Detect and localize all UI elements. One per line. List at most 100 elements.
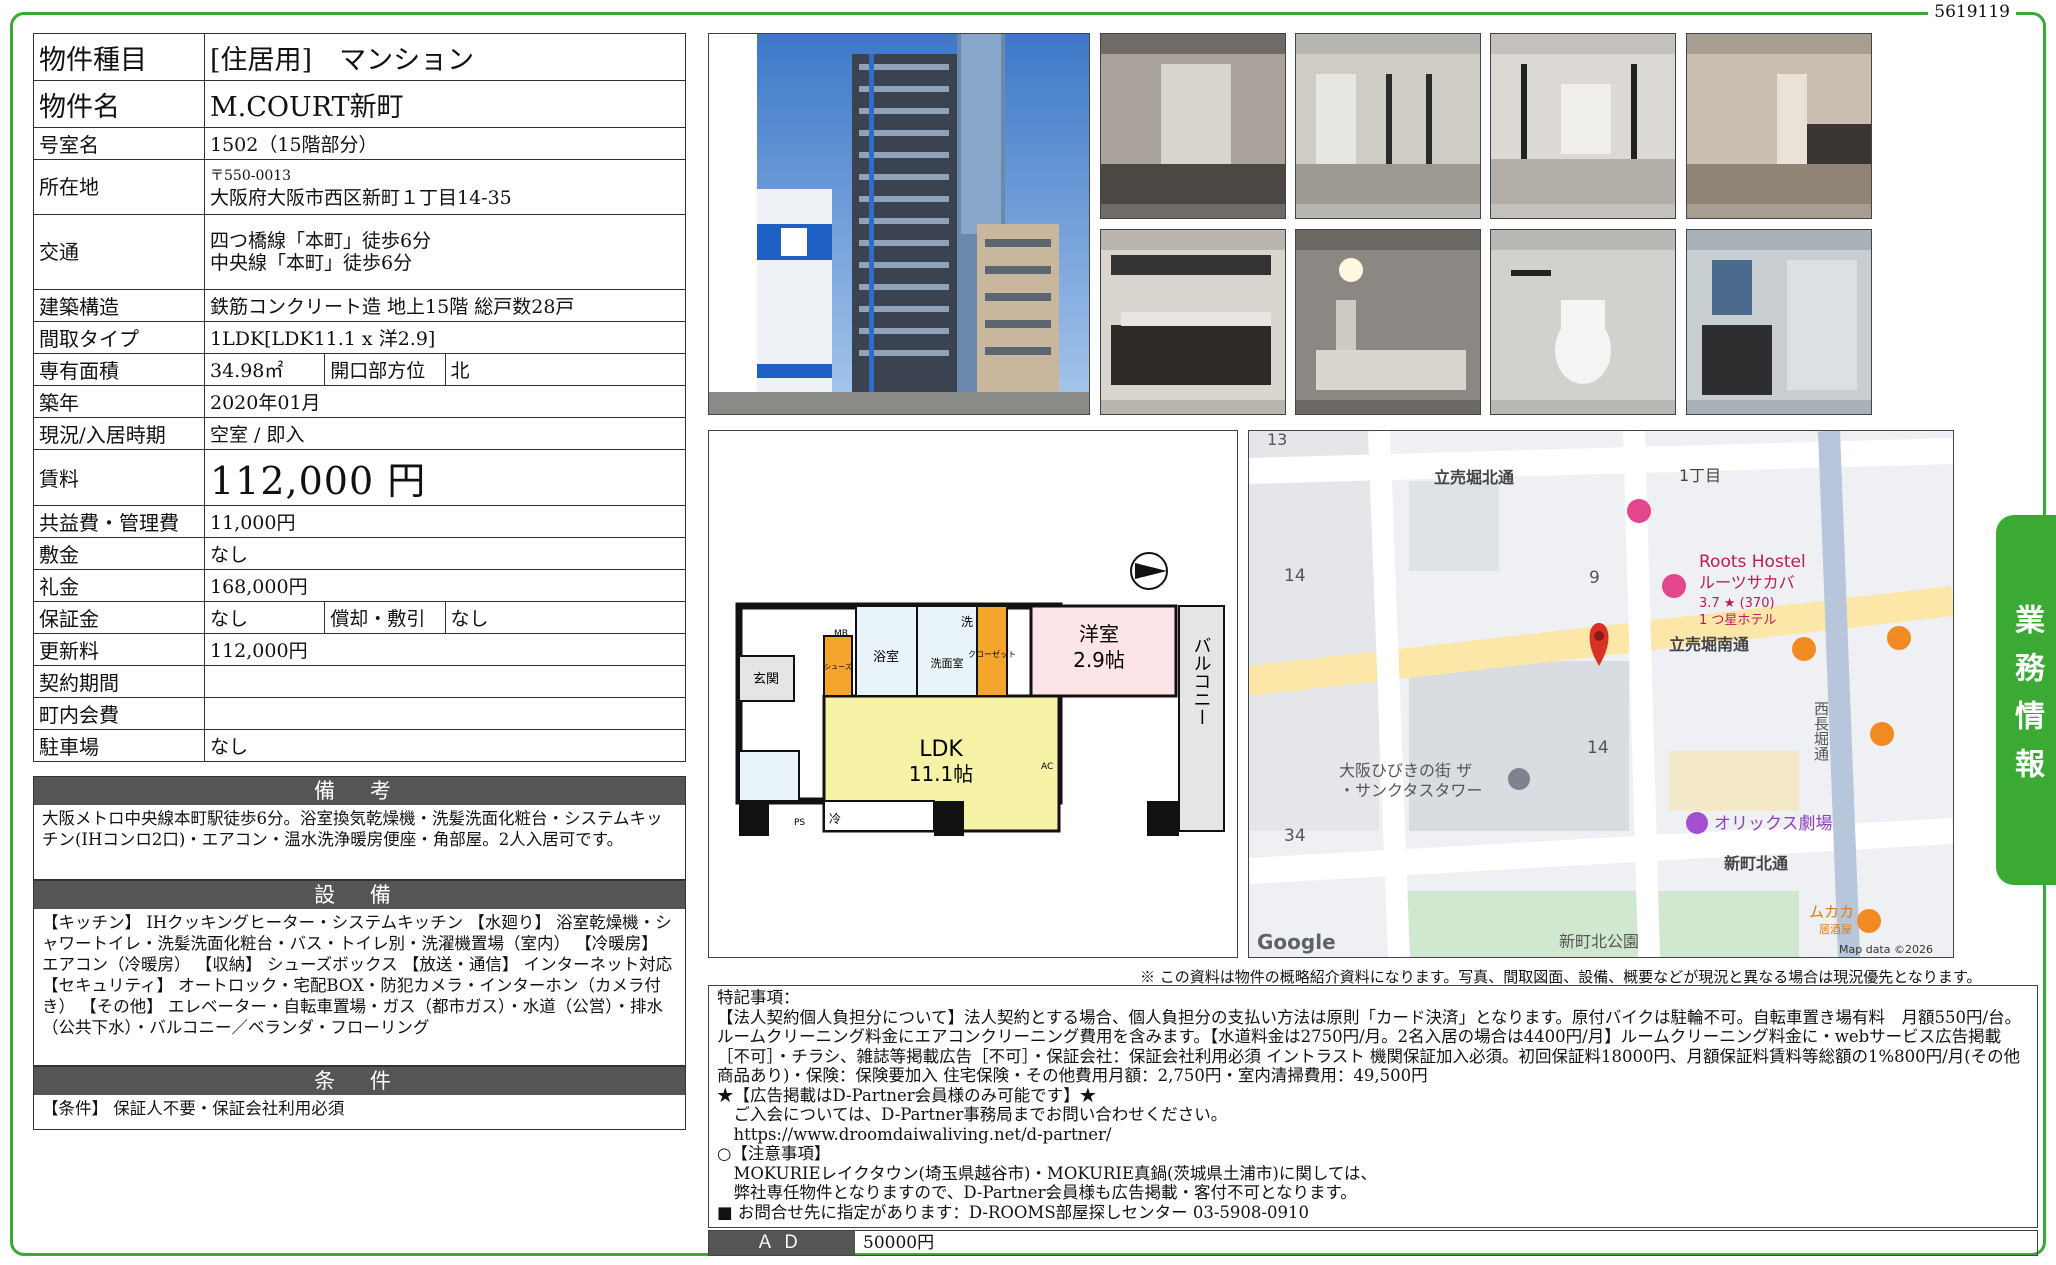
type-value: [住居用] マンション: [204, 33, 686, 81]
parking-value: なし: [204, 729, 686, 762]
map-tower-line2: ・サンクタスタワー: [1339, 781, 1482, 800]
exterior-photo-image: [709, 34, 1089, 414]
layout-label: 間取タイプ: [33, 321, 205, 354]
access-line-1: 四つ橋線「本町」徒歩6分: [210, 230, 432, 252]
access-line-2: 中央線「本町」徒歩6分: [210, 252, 413, 274]
equipment-title: 設 備: [34, 881, 685, 909]
built-label: 築年: [33, 385, 205, 418]
closet-label: クローゼット: [968, 649, 1016, 659]
conditions-title: 条 件: [34, 1067, 685, 1095]
map-chome: 1丁目: [1679, 466, 1721, 485]
map-street-1: 立売堀北通: [1434, 468, 1514, 487]
interior-photo-kitchen-view[interactable]: [1686, 33, 1872, 219]
map-izakaya-type: 居酒屋: [1819, 923, 1852, 936]
deposit-label: 敷金: [33, 537, 205, 570]
map-canvas: 13 14 9 14 34 立売堀北通 1丁目 立売堀南通 新町北通 Roots…: [1249, 431, 1953, 957]
special-notes: 特記事項： 【法人契約個人負担分について】法人契約とする場合、個人負担分の支払い…: [708, 985, 2038, 1228]
notes-line-1: 【法人契約個人負担分について】法人契約とする場合、個人負担分の支払い方法は原則「…: [717, 1007, 2022, 1086]
direction-label: 開口部方位: [324, 353, 446, 386]
tower-marker-icon: [1508, 768, 1530, 790]
washer-label: 洗: [961, 615, 973, 629]
room-value: 1502（15階部分）: [204, 127, 686, 160]
notes-line-2: ★【広告掲載はD-Partner会員様のみ可能です】★: [717, 1085, 1097, 1105]
interior-photo-1-image: [1101, 34, 1285, 218]
rent-value: 112,000 円: [210, 459, 427, 503]
theater-marker-icon: [1686, 812, 1708, 834]
interior-photo-toilet[interactable]: [1490, 229, 1676, 415]
mb-label: MB: [834, 629, 848, 639]
ldk-label: LDK: [919, 737, 963, 762]
map-block-13: 13: [1267, 431, 1287, 449]
type-label: 物件種目: [33, 33, 205, 81]
fee-label: 共益費・管理費: [33, 505, 205, 538]
status-label: 現況/入居時期: [33, 417, 205, 450]
equipment-section: 設 備 【キッチン】 IHクッキングヒーター・システムキッチン 【水廻り】 浴室…: [33, 880, 686, 1066]
ldk-size: 11.1帖: [909, 762, 974, 786]
notes-line-4[interactable]: https://www.droomdaiwaliving.net/d-partn…: [717, 1125, 2029, 1145]
address-label: 所在地: [33, 159, 205, 215]
guarantee-value: なし: [203, 601, 326, 634]
interior-photo-sink[interactable]: [1100, 229, 1286, 415]
amortization-value: なし: [444, 601, 686, 634]
interior-photo-6-image: [1296, 230, 1480, 414]
room-western-size: 2.9帖: [1073, 648, 1125, 672]
ad-row: ＡＤ 50000円: [708, 1230, 2038, 1256]
floor-plan-drawing: 洋室 2.9帖 LDK 11.1帖 バルコニー 玄関 浴室 洗面室 クローゼット…: [709, 431, 1237, 957]
fridge-label: 冷: [829, 812, 841, 826]
map-hostel-name: Roots Hostel: [1699, 552, 1806, 572]
town-fee-label: 町内会費: [33, 697, 205, 730]
map-hostel-rating: 3.7 ★ (370): [1699, 596, 1775, 611]
interior-photo-entrance[interactable]: [1100, 33, 1286, 219]
interior-photo-bathroom[interactable]: [1295, 229, 1481, 415]
map-tower-line1: 大阪ひびきの街 ザ: [1339, 761, 1472, 780]
contract-value: [204, 665, 686, 698]
town-fee-value: [204, 697, 686, 730]
guarantee-label: 保証金: [33, 601, 205, 634]
area-label: 専有面積: [33, 353, 205, 386]
keymoney-label: 礼金: [33, 569, 205, 602]
exterior-photo[interactable]: [708, 33, 1090, 415]
interior-photo-corridor[interactable]: [1490, 33, 1676, 219]
keymoney-value: 168,000円: [204, 569, 686, 602]
interior-photo-7-image: [1491, 230, 1675, 414]
structure-label: 建築構造: [33, 289, 205, 322]
rent-label: 賃料: [33, 449, 205, 506]
access-label: 交通: [33, 214, 205, 290]
area-value: 34.98㎡: [203, 353, 326, 386]
ac-label: AC: [1041, 762, 1053, 772]
map-attribution: Map data ©2026: [1839, 943, 1933, 956]
interior-photo-5-image: [1101, 230, 1285, 414]
notes-line-0: 特記事項：: [717, 988, 800, 1007]
notes-line-6: MOKURIEレイクタウン(埼玉県越谷市)・MOKURIE真鍋(茨城県土浦市)に…: [717, 1163, 1378, 1183]
map-block-14a: 14: [1284, 566, 1306, 586]
map-block-34: 34: [1284, 826, 1306, 846]
ad-value: 50000円: [863, 1233, 935, 1253]
remarks-section: 備 考 大阪メトロ中央線本町駅徒歩6分。浴室換気乾燥機・洗髪洗面化粧台・システム…: [33, 776, 686, 880]
location-map[interactable]: 13 14 9 14 34 立売堀北通 1丁目 立売堀南通 新町北通 Roots…: [1248, 430, 1954, 958]
map-avenue: 西長堀通: [1812, 701, 1830, 761]
equipment-text: 【キッチン】 IHクッキングヒーター・システムキッチン 【水廻り】 浴室乾燥機・…: [42, 913, 673, 1037]
interior-photo-3-image: [1491, 34, 1675, 218]
name-value: M.COURT新町: [204, 80, 686, 128]
remarks-title: 備 考: [34, 777, 685, 805]
document-id: 5619119: [1928, 2, 2016, 22]
map-street-3: 新町北通: [1724, 854, 1788, 873]
map-hostel-jp: ルーツサカバ: [1699, 573, 1795, 592]
property-table: 物件種目 [住居用] マンション 物件名 M.COURT新町 号室名 1502（15階…: [33, 33, 686, 762]
conditions-section: 条 件 【条件】 保証人不要・保証会社利用必須: [33, 1066, 686, 1130]
bath-label: 浴室: [873, 649, 899, 665]
interior-photo-living[interactable]: [1295, 33, 1481, 219]
floor-plan[interactable]: 洋室 2.9帖 LDK 11.1帖 バルコニー 玄関 浴室 洗面室 クローゼット…: [708, 430, 1238, 958]
map-hostel-type: 1 つ星ホテル: [1699, 613, 1776, 628]
amortization-label: 償却・敷引: [324, 601, 446, 634]
map-theater: オリックス劇場: [1714, 814, 1833, 834]
business-info-tab[interactable]: 業務情報: [1996, 515, 2056, 885]
balcony-label: バルコニー: [1191, 636, 1212, 726]
name-label: 物件名: [33, 80, 205, 128]
map-street-2: 立売堀南通: [1669, 635, 1749, 654]
washroom-label: 洗面室: [931, 656, 964, 670]
interior-photo-washroom[interactable]: [1686, 229, 1872, 415]
interior-photo-4-image: [1687, 34, 1871, 218]
interior-photo-8-image: [1687, 230, 1871, 414]
deposit-value: なし: [204, 537, 686, 570]
